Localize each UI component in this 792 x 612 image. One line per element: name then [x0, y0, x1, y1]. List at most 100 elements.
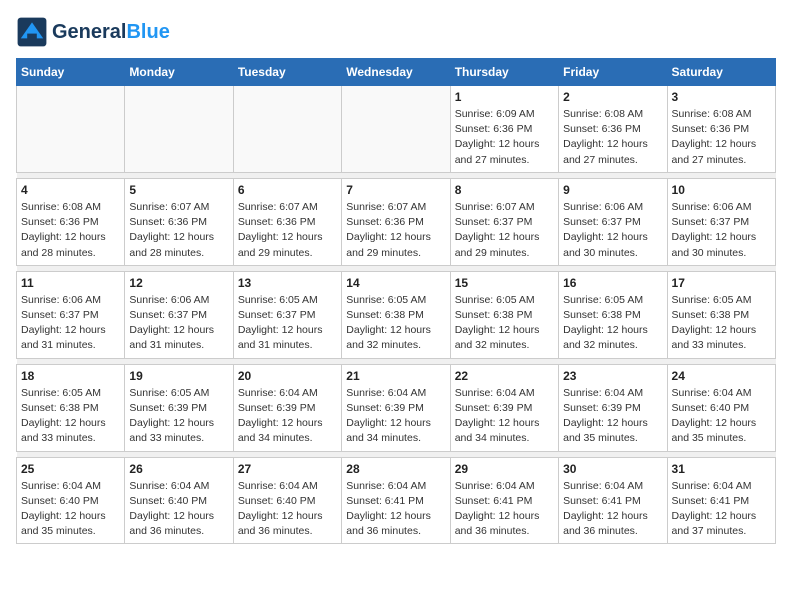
day-number: 24	[672, 369, 771, 383]
calendar-cell: 29 Sunrise: 6:04 AM Sunset: 6:41 PM Dayli…	[450, 457, 558, 544]
day-number: 26	[129, 462, 228, 476]
day-number: 30	[563, 462, 662, 476]
day-info: Sunrise: 6:07 AM Sunset: 6:36 PM Dayligh…	[129, 200, 228, 261]
logo: GeneralBlue	[16, 16, 170, 48]
calendar-header-friday: Friday	[559, 59, 667, 86]
day-info: Sunrise: 6:04 AM Sunset: 6:39 PM Dayligh…	[346, 386, 445, 447]
calendar-table: SundayMondayTuesdayWednesdayThursdayFrid…	[16, 58, 776, 544]
calendar-cell: 8Sunrise: 6:07 AM Sunset: 6:37 PM Daylig…	[450, 178, 558, 265]
calendar-cell: 7 Sunrise: 6:07 AM Sunset: 6:36 PM Daylig…	[342, 178, 450, 265]
day-info: Sunrise: 6:04 AM Sunset: 6:40 PM Dayligh…	[672, 386, 771, 447]
day-info: Sunrise: 6:08 AM Sunset: 6:36 PM Dayligh…	[21, 200, 120, 261]
day-number: 1	[455, 90, 554, 104]
day-number: 6	[238, 183, 337, 197]
day-info: Sunrise: 6:07 AM Sunset: 6:36 PM Dayligh…	[238, 200, 337, 261]
day-info: Sunrise: 6:06 AM Sunset: 6:37 PM Dayligh…	[563, 200, 662, 261]
day-number: 22	[455, 369, 554, 383]
calendar-week-5: 25 Sunrise: 6:04 AM Sunset: 6:40 PM Dayli…	[17, 457, 776, 544]
day-info: Sunrise: 6:05 AM Sunset: 6:38 PM Dayligh…	[672, 293, 771, 354]
calendar-cell: 18 Sunrise: 6:05 AM Sunset: 6:38 PM Dayli…	[17, 364, 125, 451]
calendar-cell: 10 Sunrise: 6:06 AM Sunset: 6:37 PM Dayli…	[667, 178, 775, 265]
logo-icon	[16, 16, 48, 48]
calendar-header-saturday: Saturday	[667, 59, 775, 86]
day-info: Sunrise: 6:04 AM Sunset: 6:39 PM Dayligh…	[238, 386, 337, 447]
calendar-cell	[233, 86, 341, 173]
calendar-cell: 20 Sunrise: 6:04 AM Sunset: 6:39 PM Dayli…	[233, 364, 341, 451]
calendar-cell: 17 Sunrise: 6:05 AM Sunset: 6:38 PM Dayli…	[667, 271, 775, 358]
day-number: 14	[346, 276, 445, 290]
calendar-week-4: 18 Sunrise: 6:05 AM Sunset: 6:38 PM Dayli…	[17, 364, 776, 451]
calendar-cell	[125, 86, 233, 173]
day-number: 3	[672, 90, 771, 104]
calendar-header-wednesday: Wednesday	[342, 59, 450, 86]
day-number: 15	[455, 276, 554, 290]
calendar-cell: 31Sunrise: 6:04 AM Sunset: 6:41 PM Dayli…	[667, 457, 775, 544]
day-info: Sunrise: 6:07 AM Sunset: 6:36 PM Dayligh…	[346, 200, 445, 261]
calendar-cell: 27 Sunrise: 6:04 AM Sunset: 6:40 PM Dayli…	[233, 457, 341, 544]
calendar-cell: 13 Sunrise: 6:05 AM Sunset: 6:37 PM Dayli…	[233, 271, 341, 358]
day-info: Sunrise: 6:08 AM Sunset: 6:36 PM Dayligh…	[672, 107, 771, 168]
day-info: Sunrise: 6:06 AM Sunset: 6:37 PM Dayligh…	[672, 200, 771, 261]
day-number: 18	[21, 369, 120, 383]
day-number: 27	[238, 462, 337, 476]
calendar-cell: 19Sunrise: 6:05 AM Sunset: 6:39 PM Dayli…	[125, 364, 233, 451]
calendar-header-thursday: Thursday	[450, 59, 558, 86]
day-number: 4	[21, 183, 120, 197]
day-number: 11	[21, 276, 120, 290]
calendar-cell: 25 Sunrise: 6:04 AM Sunset: 6:40 PM Dayli…	[17, 457, 125, 544]
day-info: Sunrise: 6:04 AM Sunset: 6:41 PM Dayligh…	[563, 479, 662, 540]
day-info: Sunrise: 6:07 AM Sunset: 6:37 PM Dayligh…	[455, 200, 554, 261]
calendar-cell: 9 Sunrise: 6:06 AM Sunset: 6:37 PM Daylig…	[559, 178, 667, 265]
day-number: 31	[672, 462, 771, 476]
day-number: 7	[346, 183, 445, 197]
calendar-cell: 15Sunrise: 6:05 AM Sunset: 6:38 PM Dayli…	[450, 271, 558, 358]
calendar-cell	[342, 86, 450, 173]
day-info: Sunrise: 6:04 AM Sunset: 6:41 PM Dayligh…	[346, 479, 445, 540]
day-number: 9	[563, 183, 662, 197]
day-number: 13	[238, 276, 337, 290]
calendar-cell: 1 Sunrise: 6:09 AM Sunset: 6:36 PM Daylig…	[450, 86, 558, 173]
day-info: Sunrise: 6:05 AM Sunset: 6:38 PM Dayligh…	[346, 293, 445, 354]
calendar-cell: 2 Sunrise: 6:08 AM Sunset: 6:36 PM Daylig…	[559, 86, 667, 173]
day-info: Sunrise: 6:04 AM Sunset: 6:39 PM Dayligh…	[563, 386, 662, 447]
day-info: Sunrise: 6:06 AM Sunset: 6:37 PM Dayligh…	[21, 293, 120, 354]
calendar-cell: 14 Sunrise: 6:05 AM Sunset: 6:38 PM Dayli…	[342, 271, 450, 358]
day-info: Sunrise: 6:04 AM Sunset: 6:39 PM Dayligh…	[455, 386, 554, 447]
day-info: Sunrise: 6:05 AM Sunset: 6:38 PM Dayligh…	[21, 386, 120, 447]
page-header: GeneralBlue	[16, 16, 776, 48]
calendar-header-tuesday: Tuesday	[233, 59, 341, 86]
calendar-cell: 12 Sunrise: 6:06 AM Sunset: 6:37 PM Dayli…	[125, 271, 233, 358]
calendar-cell: 16Sunrise: 6:05 AM Sunset: 6:38 PM Dayli…	[559, 271, 667, 358]
day-number: 28	[346, 462, 445, 476]
day-number: 29	[455, 462, 554, 476]
day-number: 12	[129, 276, 228, 290]
day-number: 2	[563, 90, 662, 104]
day-number: 17	[672, 276, 771, 290]
day-info: Sunrise: 6:04 AM Sunset: 6:40 PM Dayligh…	[129, 479, 228, 540]
calendar-cell: 22 Sunrise: 6:04 AM Sunset: 6:39 PM Dayli…	[450, 364, 558, 451]
day-number: 19	[129, 369, 228, 383]
day-number: 20	[238, 369, 337, 383]
day-info: Sunrise: 6:05 AM Sunset: 6:37 PM Dayligh…	[238, 293, 337, 354]
calendar-cell: 24 Sunrise: 6:04 AM Sunset: 6:40 PM Dayli…	[667, 364, 775, 451]
calendar-cell: 30 Sunrise: 6:04 AM Sunset: 6:41 PM Dayli…	[559, 457, 667, 544]
day-info: Sunrise: 6:04 AM Sunset: 6:40 PM Dayligh…	[21, 479, 120, 540]
day-info: Sunrise: 6:04 AM Sunset: 6:40 PM Dayligh…	[238, 479, 337, 540]
day-info: Sunrise: 6:09 AM Sunset: 6:36 PM Dayligh…	[455, 107, 554, 168]
calendar-week-2: 4 Sunrise: 6:08 AM Sunset: 6:36 PM Daylig…	[17, 178, 776, 265]
day-info: Sunrise: 6:04 AM Sunset: 6:41 PM Dayligh…	[455, 479, 554, 540]
calendar-header-row: SundayMondayTuesdayWednesdayThursdayFrid…	[17, 59, 776, 86]
day-number: 23	[563, 369, 662, 383]
calendar-header-sunday: Sunday	[17, 59, 125, 86]
calendar-header-monday: Monday	[125, 59, 233, 86]
day-info: Sunrise: 6:05 AM Sunset: 6:38 PM Dayligh…	[563, 293, 662, 354]
calendar-cell: 26 Sunrise: 6:04 AM Sunset: 6:40 PM Dayli…	[125, 457, 233, 544]
day-info: Sunrise: 6:08 AM Sunset: 6:36 PM Dayligh…	[563, 107, 662, 168]
calendar-body: 1 Sunrise: 6:09 AM Sunset: 6:36 PM Daylig…	[17, 86, 776, 544]
logo-text: GeneralBlue	[52, 21, 170, 43]
day-number: 25	[21, 462, 120, 476]
day-info: Sunrise: 6:06 AM Sunset: 6:37 PM Dayligh…	[129, 293, 228, 354]
calendar-cell: 4 Sunrise: 6:08 AM Sunset: 6:36 PM Daylig…	[17, 178, 125, 265]
day-number: 10	[672, 183, 771, 197]
calendar-cell: 28 Sunrise: 6:04 AM Sunset: 6:41 PM Dayli…	[342, 457, 450, 544]
